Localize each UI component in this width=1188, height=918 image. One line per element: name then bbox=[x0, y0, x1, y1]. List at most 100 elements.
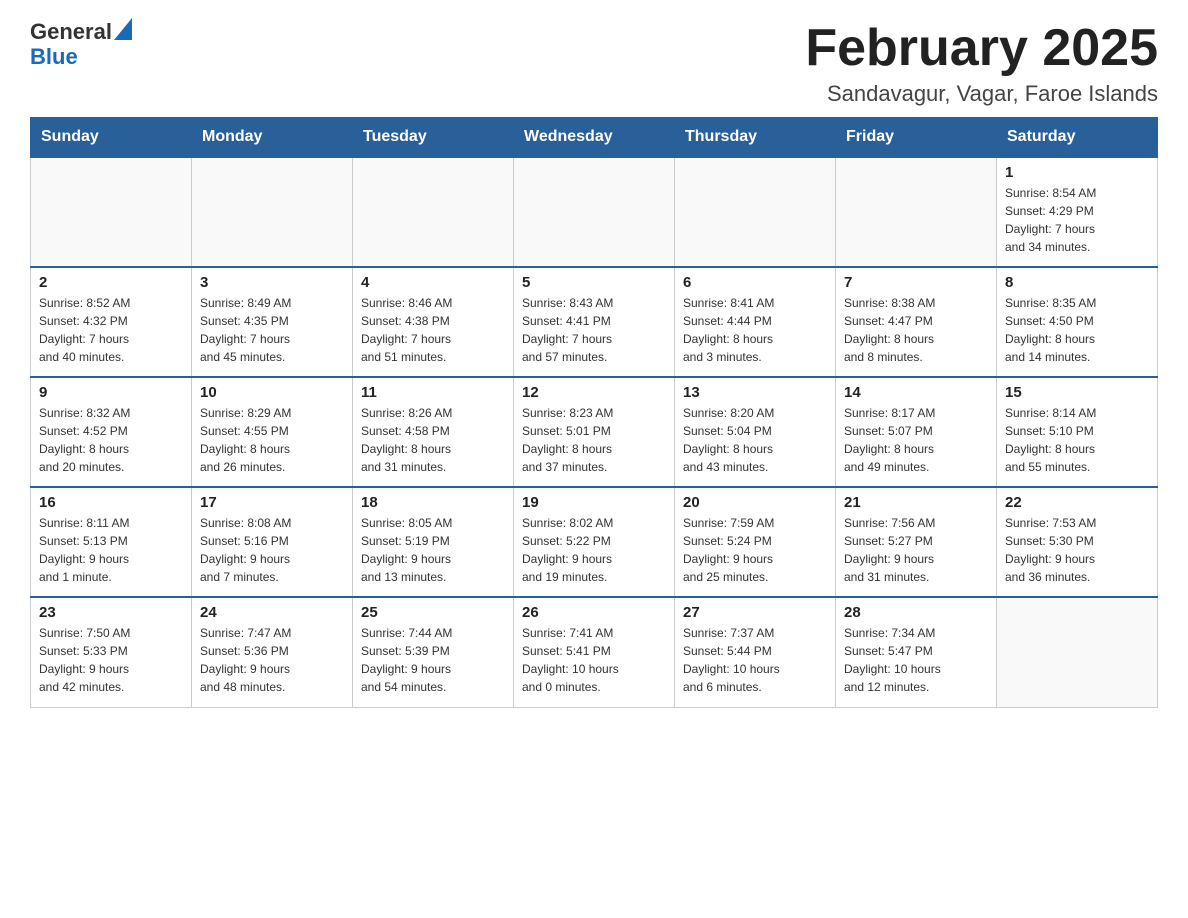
calendar-cell: 10 Sunrise: 8:29 AM Sunset: 4:55 PM Dayli… bbox=[192, 377, 353, 487]
calendar-cell: 24 Sunrise: 7:47 AM Sunset: 5:36 PM Dayli… bbox=[192, 597, 353, 707]
calendar-cell: 15 Sunrise: 8:14 AM Sunset: 5:10 PM Dayli… bbox=[997, 377, 1158, 487]
day-number: 14 bbox=[844, 384, 988, 401]
calendar-cell: 22 Sunrise: 7:53 AM Sunset: 5:30 PM Dayli… bbox=[997, 487, 1158, 597]
day-number: 18 bbox=[361, 494, 505, 511]
day-info: Sunrise: 8:08 AM Sunset: 5:16 PM Dayligh… bbox=[200, 514, 344, 586]
day-info: Sunrise: 7:50 AM Sunset: 5:33 PM Dayligh… bbox=[39, 624, 183, 696]
calendar-cell bbox=[192, 157, 353, 267]
day-info: Sunrise: 7:47 AM Sunset: 5:36 PM Dayligh… bbox=[200, 624, 344, 696]
day-number: 3 bbox=[200, 274, 344, 291]
calendar-cell bbox=[514, 157, 675, 267]
day-number: 9 bbox=[39, 384, 183, 401]
calendar-cell: 25 Sunrise: 7:44 AM Sunset: 5:39 PM Dayli… bbox=[353, 597, 514, 707]
day-number: 23 bbox=[39, 604, 183, 621]
day-info: Sunrise: 8:17 AM Sunset: 5:07 PM Dayligh… bbox=[844, 404, 988, 476]
calendar-cell: 6 Sunrise: 8:41 AM Sunset: 4:44 PM Daylig… bbox=[675, 267, 836, 377]
day-number: 6 bbox=[683, 274, 827, 291]
calendar-cell: 14 Sunrise: 8:17 AM Sunset: 5:07 PM Dayli… bbox=[836, 377, 997, 487]
week-row-5: 23 Sunrise: 7:50 AM Sunset: 5:33 PM Dayli… bbox=[31, 597, 1158, 707]
logo-arrow-icon bbox=[114, 18, 132, 40]
calendar-cell: 8 Sunrise: 8:35 AM Sunset: 4:50 PM Daylig… bbox=[997, 267, 1158, 377]
day-info: Sunrise: 8:02 AM Sunset: 5:22 PM Dayligh… bbox=[522, 514, 666, 586]
week-row-2: 2Sunrise: 8:52 AM Sunset: 4:32 PM Daylig… bbox=[31, 267, 1158, 377]
day-info: Sunrise: 8:14 AM Sunset: 5:10 PM Dayligh… bbox=[1005, 404, 1149, 476]
day-number: 1 bbox=[1005, 164, 1149, 181]
month-title: February 2025 bbox=[805, 20, 1158, 77]
weekday-header-monday: Monday bbox=[192, 118, 353, 158]
calendar-cell: 20Sunrise: 7:59 AM Sunset: 5:24 PM Dayli… bbox=[675, 487, 836, 597]
week-row-3: 9 Sunrise: 8:32 AM Sunset: 4:52 PM Daylig… bbox=[31, 377, 1158, 487]
calendar-cell: 18 Sunrise: 8:05 AM Sunset: 5:19 PM Dayli… bbox=[353, 487, 514, 597]
day-number: 7 bbox=[844, 274, 988, 291]
day-number: 4 bbox=[361, 274, 505, 291]
day-info: Sunrise: 7:41 AM Sunset: 5:41 PM Dayligh… bbox=[522, 624, 666, 696]
day-number: 19 bbox=[522, 494, 666, 511]
weekday-header-saturday: Saturday bbox=[997, 118, 1158, 158]
calendar-cell bbox=[997, 597, 1158, 707]
day-number: 22 bbox=[1005, 494, 1149, 511]
calendar-cell: 27 Sunrise: 7:37 AM Sunset: 5:44 PM Dayli… bbox=[675, 597, 836, 707]
title-section: February 2025 Sandavagur, Vagar, Faroe I… bbox=[805, 20, 1158, 107]
week-row-4: 16 Sunrise: 8:11 AM Sunset: 5:13 PM Dayli… bbox=[31, 487, 1158, 597]
calendar-cell: 13Sunrise: 8:20 AM Sunset: 5:04 PM Dayli… bbox=[675, 377, 836, 487]
day-info: Sunrise: 8:35 AM Sunset: 4:50 PM Dayligh… bbox=[1005, 294, 1149, 366]
day-number: 16 bbox=[39, 494, 183, 511]
calendar-cell bbox=[675, 157, 836, 267]
calendar-cell: 9 Sunrise: 8:32 AM Sunset: 4:52 PM Daylig… bbox=[31, 377, 192, 487]
day-info: Sunrise: 7:37 AM Sunset: 5:44 PM Dayligh… bbox=[683, 624, 827, 696]
calendar-cell: 7 Sunrise: 8:38 AM Sunset: 4:47 PM Daylig… bbox=[836, 267, 997, 377]
week-row-1: 1 Sunrise: 8:54 AM Sunset: 4:29 PM Daylig… bbox=[31, 157, 1158, 267]
weekday-header-wednesday: Wednesday bbox=[514, 118, 675, 158]
day-info: Sunrise: 7:34 AM Sunset: 5:47 PM Dayligh… bbox=[844, 624, 988, 696]
calendar-cell: 5 Sunrise: 8:43 AM Sunset: 4:41 PM Daylig… bbox=[514, 267, 675, 377]
calendar-cell bbox=[836, 157, 997, 267]
day-number: 28 bbox=[844, 604, 988, 621]
calendar-cell: 26Sunrise: 7:41 AM Sunset: 5:41 PM Dayli… bbox=[514, 597, 675, 707]
calendar-cell: 1 Sunrise: 8:54 AM Sunset: 4:29 PM Daylig… bbox=[997, 157, 1158, 267]
calendar-cell: 4 Sunrise: 8:46 AM Sunset: 4:38 PM Daylig… bbox=[353, 267, 514, 377]
day-number: 21 bbox=[844, 494, 988, 511]
day-info: Sunrise: 8:38 AM Sunset: 4:47 PM Dayligh… bbox=[844, 294, 988, 366]
logo: General Blue bbox=[30, 20, 132, 69]
day-number: 15 bbox=[1005, 384, 1149, 401]
day-info: Sunrise: 7:44 AM Sunset: 5:39 PM Dayligh… bbox=[361, 624, 505, 696]
weekday-header-row: SundayMondayTuesdayWednesdayThursdayFrid… bbox=[31, 118, 1158, 158]
page-header: General Blue February 2025 Sandavagur, V… bbox=[30, 20, 1158, 107]
day-info: Sunrise: 8:32 AM Sunset: 4:52 PM Dayligh… bbox=[39, 404, 183, 476]
day-number: 25 bbox=[361, 604, 505, 621]
weekday-header-tuesday: Tuesday bbox=[353, 118, 514, 158]
day-number: 12 bbox=[522, 384, 666, 401]
calendar-cell bbox=[353, 157, 514, 267]
calendar-cell: 2Sunrise: 8:52 AM Sunset: 4:32 PM Daylig… bbox=[31, 267, 192, 377]
day-info: Sunrise: 8:46 AM Sunset: 4:38 PM Dayligh… bbox=[361, 294, 505, 366]
calendar-cell: 28 Sunrise: 7:34 AM Sunset: 5:47 PM Dayli… bbox=[836, 597, 997, 707]
day-info: Sunrise: 8:05 AM Sunset: 5:19 PM Dayligh… bbox=[361, 514, 505, 586]
day-number: 5 bbox=[522, 274, 666, 291]
day-info: Sunrise: 8:20 AM Sunset: 5:04 PM Dayligh… bbox=[683, 404, 827, 476]
day-number: 8 bbox=[1005, 274, 1149, 291]
day-number: 27 bbox=[683, 604, 827, 621]
day-info: Sunrise: 7:56 AM Sunset: 5:27 PM Dayligh… bbox=[844, 514, 988, 586]
logo-blue-text: Blue bbox=[30, 45, 78, 69]
calendar-cell: 3 Sunrise: 8:49 AM Sunset: 4:35 PM Daylig… bbox=[192, 267, 353, 377]
day-number: 24 bbox=[200, 604, 344, 621]
calendar-cell: 21 Sunrise: 7:56 AM Sunset: 5:27 PM Dayli… bbox=[836, 487, 997, 597]
day-info: Sunrise: 8:52 AM Sunset: 4:32 PM Dayligh… bbox=[39, 294, 183, 366]
day-info: Sunrise: 8:54 AM Sunset: 4:29 PM Dayligh… bbox=[1005, 184, 1149, 256]
day-number: 11 bbox=[361, 384, 505, 401]
day-info: Sunrise: 8:11 AM Sunset: 5:13 PM Dayligh… bbox=[39, 514, 183, 586]
calendar-cell: 12Sunrise: 8:23 AM Sunset: 5:01 PM Dayli… bbox=[514, 377, 675, 487]
day-info: Sunrise: 8:49 AM Sunset: 4:35 PM Dayligh… bbox=[200, 294, 344, 366]
day-info: Sunrise: 8:29 AM Sunset: 4:55 PM Dayligh… bbox=[200, 404, 344, 476]
weekday-header-friday: Friday bbox=[836, 118, 997, 158]
day-number: 17 bbox=[200, 494, 344, 511]
logo-general-text: General bbox=[30, 20, 112, 44]
calendar-cell: 17 Sunrise: 8:08 AM Sunset: 5:16 PM Dayli… bbox=[192, 487, 353, 597]
calendar-cell: 19 Sunrise: 8:02 AM Sunset: 5:22 PM Dayli… bbox=[514, 487, 675, 597]
day-info: Sunrise: 8:41 AM Sunset: 4:44 PM Dayligh… bbox=[683, 294, 827, 366]
day-number: 10 bbox=[200, 384, 344, 401]
day-info: Sunrise: 8:43 AM Sunset: 4:41 PM Dayligh… bbox=[522, 294, 666, 366]
weekday-header-sunday: Sunday bbox=[31, 118, 192, 158]
calendar-cell: 16 Sunrise: 8:11 AM Sunset: 5:13 PM Dayli… bbox=[31, 487, 192, 597]
day-info: Sunrise: 7:53 AM Sunset: 5:30 PM Dayligh… bbox=[1005, 514, 1149, 586]
